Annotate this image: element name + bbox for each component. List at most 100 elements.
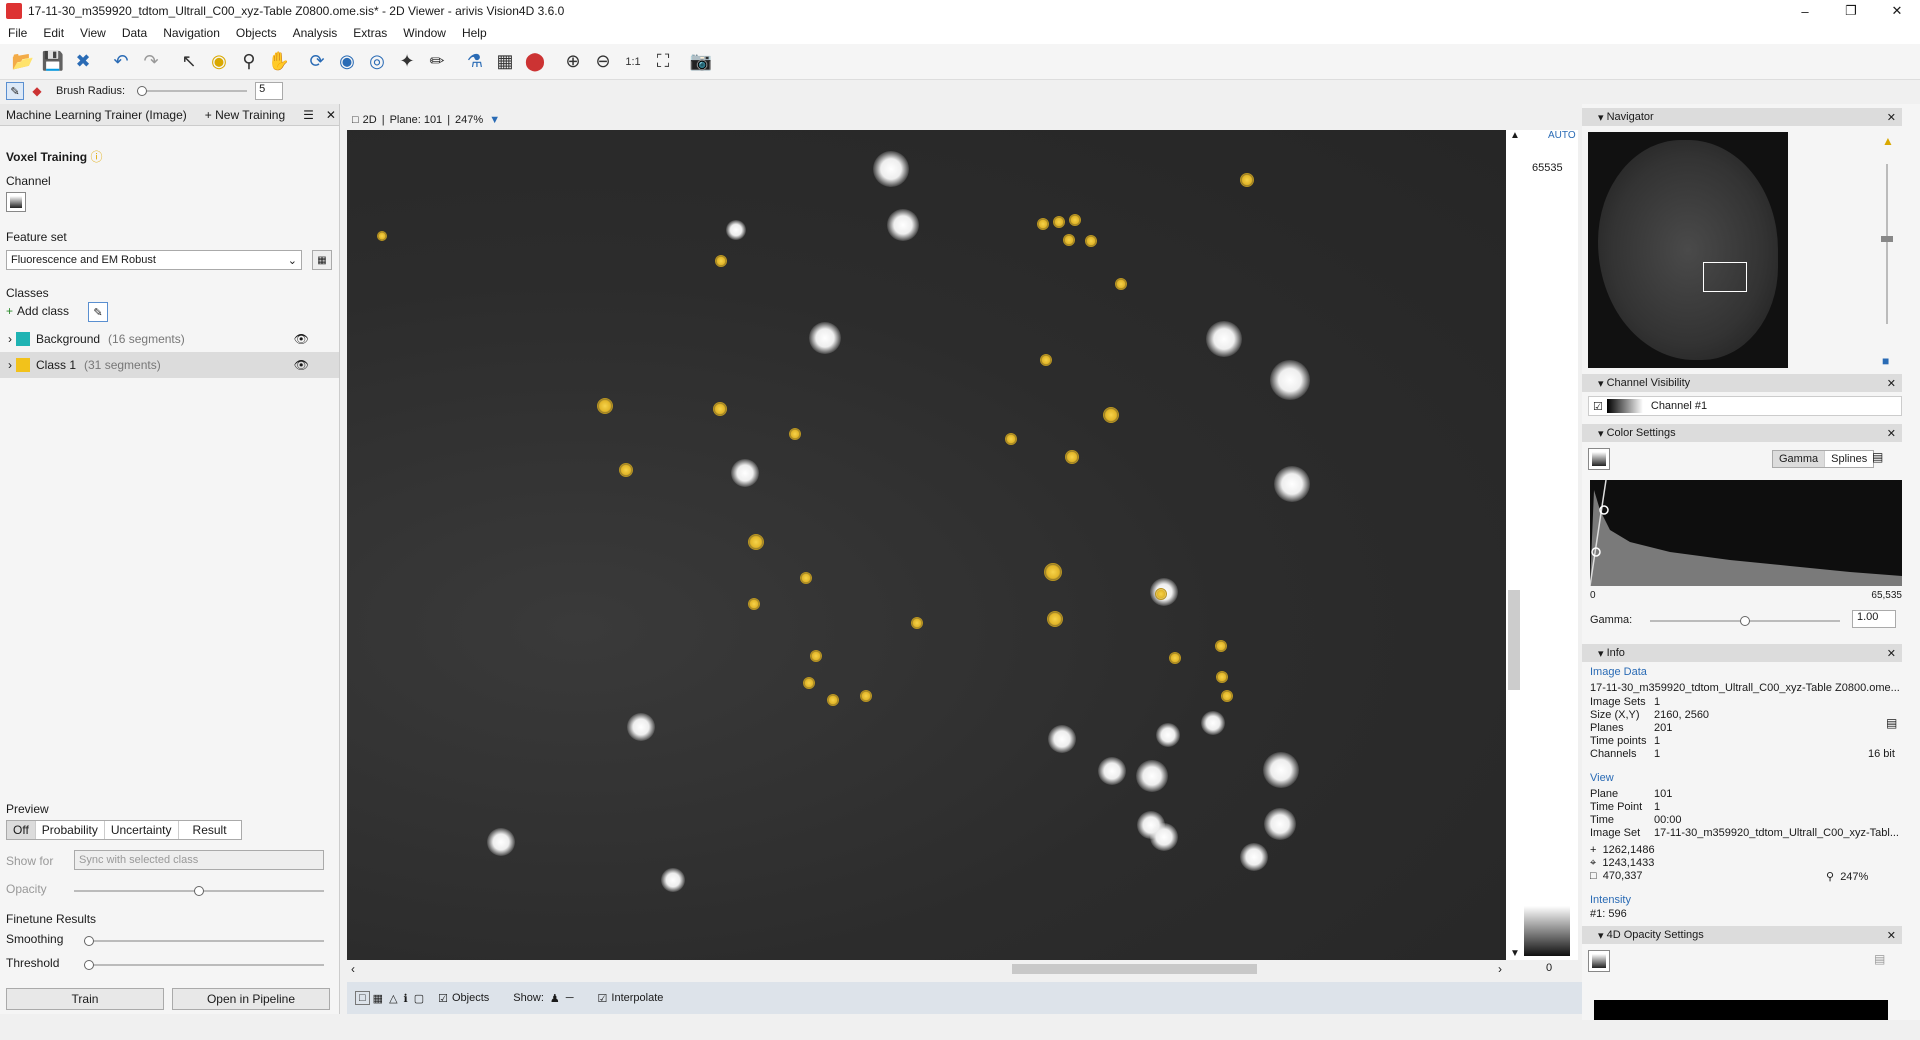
class1-segment[interactable] — [597, 398, 613, 414]
view-3d-icon[interactable]: △ — [389, 992, 397, 1005]
objects-checkbox[interactable]: ☑ — [438, 992, 448, 1005]
expand-icon[interactable]: › — [8, 358, 12, 372]
class-row-class1[interactable]: › Class 1 (31 segments) 👁 — [0, 352, 339, 378]
color-wheel-icon[interactable]: ⬤ — [520, 48, 550, 76]
class1-segment[interactable] — [1040, 354, 1052, 366]
class1-segment[interactable] — [1103, 407, 1119, 423]
zoom-icon[interactable]: ⚲ — [234, 48, 264, 76]
eraser-icon[interactable]: ◆ — [28, 82, 46, 100]
channel-picker-button[interactable] — [6, 192, 26, 212]
undo-icon[interactable]: ↶ — [106, 48, 136, 76]
flask-icon[interactable]: ⚗ — [460, 48, 490, 76]
class1-segment[interactable] — [377, 231, 387, 241]
class1-segment[interactable] — [1065, 450, 1079, 464]
class1-segment[interactable] — [1053, 216, 1065, 228]
train-button[interactable]: Train — [6, 988, 164, 1010]
class1-segment[interactable] — [748, 598, 760, 610]
menu-analysis[interactable]: Analysis — [285, 26, 346, 40]
class1-segment[interactable] — [810, 650, 822, 662]
vertical-scrollbar[interactable] — [1508, 590, 1520, 690]
copy-icon[interactable]: ▤ — [1886, 716, 1897, 730]
channel-checkbox[interactable]: ☑ — [1593, 400, 1603, 413]
show-bodies-icon[interactable]: ♟ — [550, 992, 560, 1005]
class1-segment[interactable] — [1037, 218, 1049, 230]
redo-icon[interactable]: ↷ — [136, 48, 166, 76]
menu-extras[interactable]: Extras — [345, 26, 395, 40]
menu-navigation[interactable]: Navigation — [155, 26, 228, 40]
filter-icon[interactable]: ▼ — [489, 114, 500, 126]
color-options-icon[interactable]: ▤ — [1872, 450, 1883, 464]
histogram[interactable] — [1590, 480, 1902, 586]
menu-view[interactable]: View — [72, 26, 114, 40]
smoothing-slider[interactable] — [84, 936, 324, 946]
scroll-left-icon[interactable]: ‹ — [351, 962, 355, 976]
scroll-up-icon[interactable]: ▲ — [1510, 130, 1520, 141]
view-mode-icon[interactable]: □ — [352, 114, 359, 126]
monitor-icon[interactable]: ▢ — [414, 992, 424, 1005]
info-icon[interactable]: ℹ — [404, 992, 408, 1005]
class1-segment[interactable] — [715, 255, 727, 267]
navigator-viewport-box[interactable] — [1703, 262, 1747, 292]
rotate-icon[interactable]: ⟳ — [302, 48, 332, 76]
menu-help[interactable]: Help — [454, 26, 495, 40]
scroll-down-icon[interactable]: ▼ — [1510, 948, 1520, 959]
select-region-icon[interactable]: ◉ — [204, 48, 234, 76]
brush-radius-slider[interactable] — [137, 86, 248, 96]
interpolate-checkbox[interactable]: ☑ — [598, 992, 608, 1005]
class1-segment[interactable] — [1169, 652, 1181, 664]
class-brush-icon[interactable]: ✎ — [88, 302, 108, 322]
threshold-slider[interactable] — [84, 960, 324, 970]
add-class-button[interactable]: + Add class — [6, 304, 69, 318]
navigator-zoom-slider[interactable] — [1881, 164, 1893, 324]
class1-segment[interactable] — [1047, 611, 1063, 627]
class1-segment[interactable] — [1221, 690, 1233, 702]
scroll-thumb[interactable] — [1012, 964, 1257, 974]
opacity-options-icon[interactable]: ▤ — [1874, 952, 1885, 966]
close-window-button[interactable]: ✕ — [1874, 0, 1920, 22]
minimize-button[interactable]: – — [1782, 0, 1828, 22]
close-file-icon[interactable]: ✖ — [68, 48, 98, 76]
feature-grid-icon[interactable]: ▦ — [312, 250, 332, 270]
class1-segment[interactable] — [713, 402, 727, 416]
zoom-in-icon[interactable]: ⊕ — [558, 48, 588, 76]
expand-icon[interactable]: › — [8, 332, 12, 346]
view-single-icon[interactable]: □ — [355, 991, 370, 1005]
menu-icon[interactable]: ☰ — [303, 108, 314, 122]
class1-segment[interactable] — [860, 690, 872, 702]
pan-hand-icon[interactable]: ✋ — [264, 48, 294, 76]
close-icon[interactable]: ✕ — [1887, 377, 1896, 390]
color-map-button[interactable] — [1588, 448, 1610, 470]
brush-radius-input[interactable]: 5 — [255, 82, 284, 100]
show-for-dropdown[interactable]: Sync with selected class — [74, 850, 324, 870]
opacity-color-button[interactable] — [1588, 950, 1610, 972]
horizontal-scrollbar[interactable]: ‹ › — [347, 960, 1506, 978]
preview-tab-off[interactable]: Off — [7, 821, 36, 839]
pointer-icon[interactable]: ↖ — [174, 48, 204, 76]
zoom-out-icon[interactable]: ⊖ — [588, 48, 618, 76]
class1-segment[interactable] — [911, 617, 923, 629]
class1-segment[interactable] — [1063, 234, 1075, 246]
scroll-right-icon[interactable]: › — [1498, 962, 1502, 976]
class1-segment[interactable] — [1115, 278, 1127, 290]
open-icon[interactable]: 📂 — [8, 48, 38, 76]
close-icon[interactable]: ✕ — [1887, 111, 1896, 124]
menu-edit[interactable]: Edit — [35, 26, 72, 40]
class1-segment[interactable] — [1155, 588, 1167, 600]
zoom-1to1-icon[interactable]: 1:1 — [618, 48, 648, 76]
menu-file[interactable]: File — [0, 26, 35, 40]
navigator-camera-icon[interactable]: ■ — [1882, 354, 1889, 368]
table-icon[interactable]: ▦ — [490, 48, 520, 76]
save-icon[interactable]: 💾 — [38, 48, 68, 76]
preview-tab-result[interactable]: Result — [179, 821, 241, 839]
new-training-button[interactable]: + New Training — [205, 108, 285, 122]
preview-tab-probability[interactable]: Probability — [36, 821, 105, 839]
opacity-slider[interactable] — [74, 886, 324, 896]
auto-button[interactable]: AUTO — [1548, 130, 1576, 141]
close-icon[interactable]: ✕ — [1887, 427, 1896, 440]
image-viewport[interactable] — [347, 130, 1506, 960]
eye-icon[interactable]: 👁 — [294, 358, 309, 372]
magic-wand-icon[interactable]: ✦ — [392, 48, 422, 76]
menu-objects[interactable]: Objects — [228, 26, 285, 40]
class1-segment[interactable] — [827, 694, 839, 706]
feature-set-dropdown[interactable]: Fluorescence and EM Robust ⌄ — [6, 250, 302, 270]
